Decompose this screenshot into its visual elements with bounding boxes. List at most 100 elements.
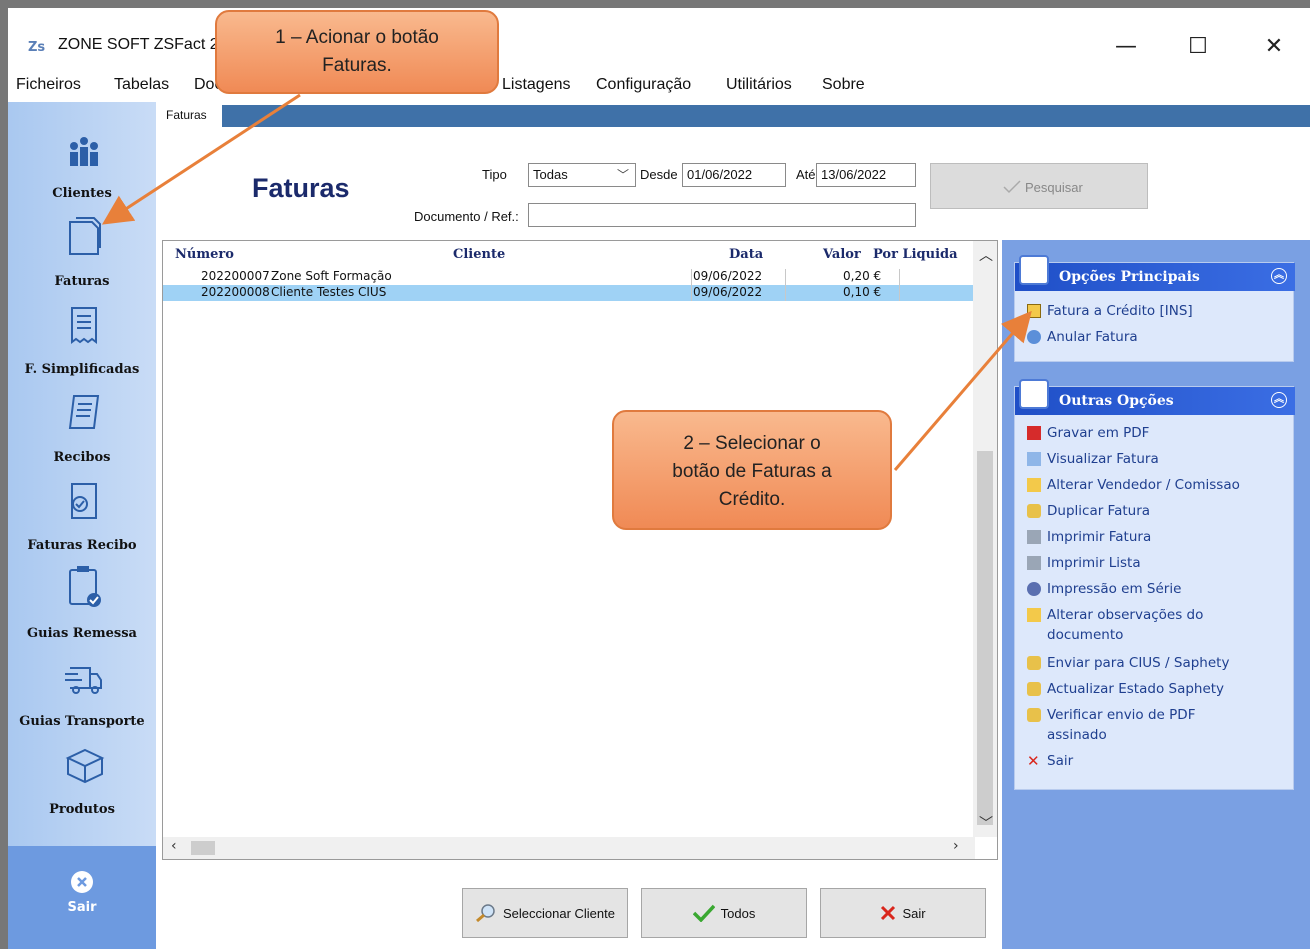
option-label: Duplicar Fatura <box>1047 503 1151 519</box>
close-circle-icon <box>71 871 93 893</box>
sidebar-item-faturas-recibo[interactable]: Faturas Recibo <box>8 480 156 570</box>
documento-input[interactable] <box>528 203 916 227</box>
maximize-button[interactable]: ☐ <box>1178 32 1218 62</box>
sidebar-item-faturas[interactable]: Faturas <box>8 216 156 306</box>
sidebar-label: Clientes <box>52 186 112 201</box>
sidebar-label: Guias Remessa <box>27 626 137 641</box>
green-check-icon <box>692 904 715 922</box>
tipo-select[interactable]: Todas ﹀ <box>528 163 636 187</box>
main-options-header[interactable]: Opções Principais ︽ <box>1015 255 1295 291</box>
collapse-icon[interactable]: ︽ <box>1271 268 1287 284</box>
option-label: Imprimir Fatura <box>1047 529 1152 545</box>
option-label-continued: assinado <box>1047 727 1107 743</box>
search-button[interactable]: Pesquisar <box>930 163 1148 209</box>
column-header-valor[interactable]: Valor <box>823 247 861 262</box>
callout-text: 2 – Selecionar o <box>683 433 821 454</box>
collapse-icon[interactable]: ︽ <box>1271 392 1287 408</box>
option-label: Visualizar Fatura <box>1047 451 1159 467</box>
scroll-document-icon <box>68 395 100 429</box>
pdf-icon <box>1027 426 1041 440</box>
scroll-left-icon[interactable]: ‹ <box>171 838 177 854</box>
option-label-continued: documento <box>1047 627 1124 643</box>
tipo-select-value: Todas <box>533 167 568 182</box>
menu-bar: Ficheiros Tabelas Doc Listagens Configur… <box>8 72 1310 102</box>
close-window-button[interactable]: ✕ <box>1254 32 1294 62</box>
exit-button[interactable]: Sair <box>820 888 986 938</box>
duplicate-icon <box>1027 504 1041 518</box>
documento-label: Documento / Ref.: <box>414 209 519 224</box>
clients-icon <box>70 137 98 166</box>
option-label: Alterar Vendedor / Comissao <box>1047 477 1240 493</box>
cell-numero: 202200008 <box>201 285 270 299</box>
callout-text: Faturas. <box>322 55 392 76</box>
sidebar-item-clientes[interactable]: Clientes <box>8 128 156 218</box>
main-options-title: Opções Principais <box>1059 269 1200 285</box>
main-options-group: Opções Principais ︽ Fatura a Crédito [IN… <box>1014 255 1295 362</box>
table-row-selected[interactable]: 202200008 Cliente Testes CIUS 09/06/2022… <box>163 285 973 301</box>
edit-document-icon <box>1027 608 1041 622</box>
scroll-down-icon[interactable]: ﹀ <box>979 813 993 833</box>
minimize-button[interactable]: — <box>1106 32 1146 62</box>
sidebar-item-f-simplificadas[interactable]: F. Simplificadas <box>8 304 156 394</box>
horizontal-scroll-thumb[interactable] <box>191 841 215 855</box>
menu-ficheiros[interactable]: Ficheiros <box>16 76 81 94</box>
receipt-icon <box>71 307 97 344</box>
column-divider <box>785 269 786 301</box>
options-panel: Opções Principais ︽ Fatura a Crédito [IN… <box>1002 240 1310 949</box>
option-label: Verificar envio de PDF <box>1047 707 1196 723</box>
option-label: Sair <box>1047 753 1074 769</box>
sidebar-item-guias-remessa[interactable]: Guias Remessa <box>8 566 156 658</box>
menu-tabelas[interactable]: Tabelas <box>114 76 169 94</box>
menu-configuracao[interactable]: Configuração <box>596 76 691 94</box>
option-label: Actualizar Estado Saphety <box>1047 681 1225 697</box>
column-header-data[interactable]: Data <box>729 247 763 262</box>
scroll-up-icon[interactable]: ︿ <box>979 245 993 265</box>
panel-home-icon <box>1019 379 1049 409</box>
menu-sobre[interactable]: Sobre <box>822 76 865 94</box>
vertical-scroll-thumb[interactable] <box>977 451 993 825</box>
select-client-button[interactable]: Seleccionar Cliente <box>462 888 628 938</box>
vertical-scrollbar[interactable]: ︿ ﹀ <box>973 241 997 837</box>
select-client-label: Seleccionar Cliente <box>502 905 615 921</box>
invoices-table: Número Cliente Data Valor Por Liquida 20… <box>162 240 998 860</box>
cell-cliente: Zone Soft Formação <box>271 269 392 283</box>
option-label: Anular Fatura <box>1047 329 1138 345</box>
sidebar-item-recibos[interactable]: Recibos <box>8 392 156 482</box>
menu-utilitarios[interactable]: Utilitários <box>726 76 792 94</box>
desde-date-input[interactable]: 01/06/2022 <box>682 163 786 187</box>
horizontal-scrollbar[interactable]: ‹ › <box>163 837 975 859</box>
callout-step-1: 1 – Acionar o botão Faturas. <box>215 10 499 94</box>
column-header-por-liquidar[interactable]: Por Liquida <box>873 247 971 262</box>
search-button-label: Pesquisar <box>1025 180 1083 195</box>
filter-header: Faturas Tipo Todas ﹀ Desde 01/06/2022 At… <box>160 127 1310 237</box>
ate-date-input[interactable]: 13/06/2022 <box>816 163 916 187</box>
other-options-header[interactable]: Outras Opções ︽ <box>1015 379 1295 415</box>
sidebar-label: Guias Transporte <box>19 714 145 729</box>
magnifier-icon <box>476 904 495 923</box>
tab-faturas[interactable]: Faturas <box>160 105 222 127</box>
menu-listagens[interactable]: Listagens <box>502 76 571 94</box>
table-row[interactable]: 202200007 Zone Soft Formação 09/06/2022 … <box>163 269 973 285</box>
cancel-document-icon <box>1027 330 1041 344</box>
sidebar-item-guias-transporte[interactable]: Guias Transporte <box>8 656 156 746</box>
option-label: Impressão em Série <box>1047 581 1182 597</box>
column-header-cliente[interactable]: Cliente <box>453 247 505 262</box>
other-options-group: Outras Opções ︽ Gravar em PDF Visualizar… <box>1014 379 1295 790</box>
sidebar-item-produtos[interactable]: Produtos <box>8 744 156 834</box>
column-header-numero[interactable]: Número <box>175 247 234 262</box>
all-button[interactable]: Todos <box>641 888 807 938</box>
sidebar-exit-button[interactable]: Sair <box>8 846 156 949</box>
sidebar-label: Produtos <box>49 802 115 817</box>
scroll-right-icon[interactable]: › <box>953 838 959 854</box>
red-x-icon <box>881 905 896 921</box>
invoice-receipt-icon <box>71 483 97 519</box>
callout-text: 1 – Acionar o botão <box>275 27 439 48</box>
option-label: Fatura a Crédito [INS] <box>1047 303 1193 319</box>
cell-valor: 0,10 € <box>843 285 882 299</box>
column-divider <box>899 269 900 301</box>
new-document-icon <box>1027 304 1041 318</box>
cell-data: 09/06/2022 <box>693 285 763 299</box>
printer-icon <box>1027 556 1041 570</box>
cell-data: 09/06/2022 <box>693 269 763 283</box>
callout-text: botão de Faturas a <box>672 461 832 482</box>
